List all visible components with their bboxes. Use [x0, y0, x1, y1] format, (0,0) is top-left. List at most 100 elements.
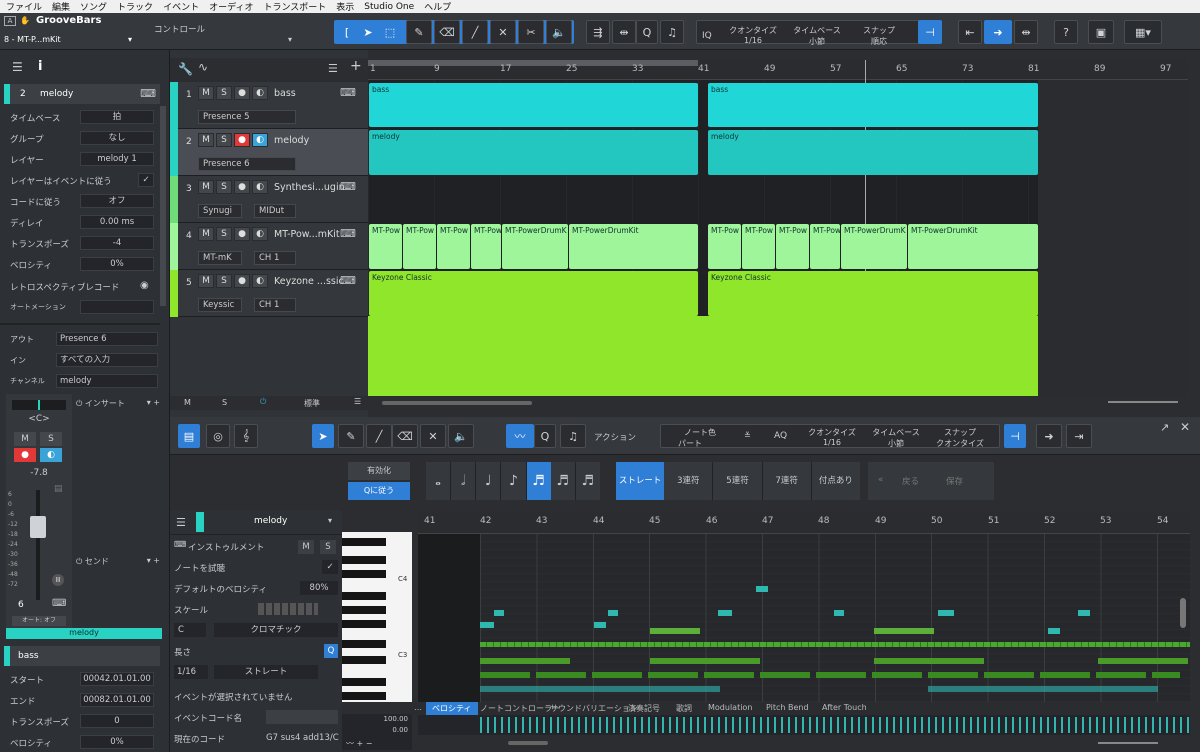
listen-tool-icon[interactable]: 🔈	[546, 20, 572, 44]
midi-note[interactable]	[494, 610, 504, 616]
clip[interactable]: MT-Pow	[708, 224, 741, 269]
clip[interactable]: bass	[708, 83, 1038, 127]
tab-velocity[interactable]: ベロシティ	[426, 702, 478, 715]
global-solo[interactable]: S	[222, 398, 227, 407]
mute-button[interactable]: M	[198, 180, 214, 194]
automation-mode[interactable]: オート: オフ	[12, 616, 66, 626]
midi-note[interactable]	[874, 658, 984, 664]
timebase-value[interactable]: 小節	[792, 36, 842, 47]
instrument-select[interactable]: MT-mK	[198, 251, 242, 265]
default-velocity-field[interactable]: 80%	[300, 581, 338, 595]
midi-note[interactable]	[594, 622, 606, 628]
midi-note[interactable]	[480, 686, 720, 692]
midi-note[interactable]	[650, 628, 700, 634]
sixtyfourth-note-icon[interactable]: ♬	[576, 462, 600, 500]
sixteenth-note-icon[interactable]: ♬	[526, 462, 551, 500]
chord-name-field[interactable]	[266, 710, 338, 724]
power-icon[interactable]: ⏻	[76, 557, 85, 566]
bend-icon[interactable]: ⇶	[586, 20, 610, 44]
scale-type-select[interactable]: クロマチック	[214, 623, 338, 637]
split-tool-icon[interactable]: ✂	[518, 20, 544, 44]
midi-note[interactable]	[1048, 628, 1060, 634]
event-transpose-field[interactable]: 0	[80, 714, 154, 728]
menu-help[interactable]: ヘルプ	[424, 0, 451, 13]
groove-icon[interactable]: ♫	[560, 424, 586, 448]
editor-ruler[interactable]: 41 42 43 44 45 46 47 48 49 50 51 52 53 5…	[418, 512, 1190, 534]
arrange-scrollbar[interactable]	[368, 396, 1188, 410]
track-selector[interactable]: 8 - MT-P...mKit ▾	[4, 35, 134, 47]
channel-select[interactable]: MIDut	[254, 204, 296, 218]
midi-note-run[interactable]	[480, 672, 1180, 678]
collapse-icon[interactable]: ⇥	[1066, 424, 1092, 448]
snap-toggle-icon[interactable]: ⊣	[1004, 424, 1026, 448]
midi-note[interactable]	[718, 610, 732, 616]
midi-note[interactable]	[874, 628, 934, 634]
quantize-value[interactable]: 1/16	[802, 438, 862, 447]
midi-note[interactable]	[938, 610, 954, 616]
bypass-icon[interactable]: Ⅲ	[52, 574, 64, 586]
arrow-tool-icon[interactable]: ➤	[358, 20, 378, 44]
clip[interactable]: Keyzone Classic	[708, 271, 1038, 316]
add-icon[interactable]: ▾ +	[147, 398, 160, 407]
tab-lyrics[interactable]: 歌詞	[676, 703, 692, 714]
midi-note[interactable]	[756, 586, 768, 592]
midi-note[interactable]	[928, 686, 1158, 692]
record-button[interactable]: ●	[234, 86, 250, 100]
menu-studio-one[interactable]: Studio One	[364, 2, 414, 12]
follow-chord-select[interactable]: オフ	[80, 194, 154, 208]
mute-tool-icon[interactable]: ✕	[490, 20, 516, 44]
record-icon[interactable]: ◉	[140, 280, 149, 291]
track-row[interactable]: 3 M S ● ◐ Synthesi...ugin ⌨ Synugi MIDut	[170, 176, 368, 223]
pencil-tool-icon[interactable]: ✎	[338, 424, 364, 448]
mute-button[interactable]: M	[198, 227, 214, 241]
clip[interactable]: MT-Pow	[369, 224, 402, 269]
layer-select[interactable]: melody 1	[80, 152, 154, 166]
back-icon[interactable]: «	[878, 475, 883, 485]
global-mute[interactable]: M	[184, 398, 191, 407]
track-row[interactable]: 1 M S ● ◐ bass ⌨ Presence 5	[170, 82, 368, 129]
track-name[interactable]: Keyzone ...ssic	[274, 276, 344, 287]
keyboard-icon[interactable]: ⌨	[340, 86, 356, 99]
layout-icon[interactable]: ▦▾	[1124, 20, 1162, 44]
list-icon[interactable]: ☰	[354, 397, 361, 406]
zoom-slider[interactable]	[1108, 401, 1178, 403]
close-icon[interactable]: ✕	[1180, 420, 1190, 434]
solo-button[interactable]: S	[40, 432, 62, 446]
piano-roll[interactable]: 41 42 43 44 45 46 47 48 49 50 51 52 53 5…	[418, 512, 1190, 702]
clip[interactable]: MT-Pow	[471, 224, 501, 269]
midi-note[interactable]	[1078, 610, 1090, 616]
mute-button[interactable]: M	[198, 133, 214, 147]
monitor-button[interactable]: ◐	[252, 86, 268, 100]
channel-select[interactable]: CH 1	[254, 251, 296, 265]
solo-button[interactable]: S	[216, 86, 232, 100]
keyboard-icon[interactable]: ⌨	[140, 87, 156, 100]
menu-view[interactable]: 表示	[336, 0, 354, 13]
expand-icon[interactable]: ↗	[1160, 421, 1169, 434]
half-note-icon[interactable]: 𝅗𝅥	[451, 462, 477, 500]
menu-audio[interactable]: オーディオ	[209, 0, 253, 13]
clip[interactable]: MT-Pow	[742, 224, 775, 269]
eraser-tool-icon[interactable]: ⌫	[434, 20, 460, 44]
channel-select[interactable]: melody	[56, 374, 158, 388]
snap-value[interactable]: 順応	[854, 36, 904, 47]
follow-icon[interactable]: ➜	[1036, 424, 1062, 448]
clip[interactable]: MT-PowerDrumKit	[908, 224, 1038, 269]
mute-button[interactable]: M	[198, 86, 214, 100]
add-track-icon[interactable]: +	[350, 58, 362, 74]
pan-value[interactable]: <C>	[6, 414, 72, 424]
record-button[interactable]: ●	[234, 274, 250, 288]
tab-pitch-bend[interactable]: Pitch Bend	[766, 703, 809, 712]
back-button[interactable]: 戻る	[902, 475, 919, 487]
snap-toggle-icon[interactable]: ⊣	[918, 20, 942, 44]
monitor-button[interactable]: ◐	[252, 227, 268, 241]
listen-tool-icon[interactable]: 🔈	[448, 424, 474, 448]
mute-tool-icon[interactable]: ✕	[420, 424, 446, 448]
menu-song[interactable]: ソング	[80, 0, 107, 13]
group-select[interactable]: なし	[80, 131, 154, 145]
tab-modulation[interactable]: Modulation	[708, 703, 752, 712]
keyboard-icon[interactable]: ⌨	[340, 227, 356, 240]
iq-label[interactable]: IQ	[702, 31, 712, 41]
start-field[interactable]: 00042.01.01.00	[80, 672, 154, 686]
midi-note[interactable]	[650, 658, 760, 664]
timebase-select[interactable]: 拍	[80, 110, 154, 124]
